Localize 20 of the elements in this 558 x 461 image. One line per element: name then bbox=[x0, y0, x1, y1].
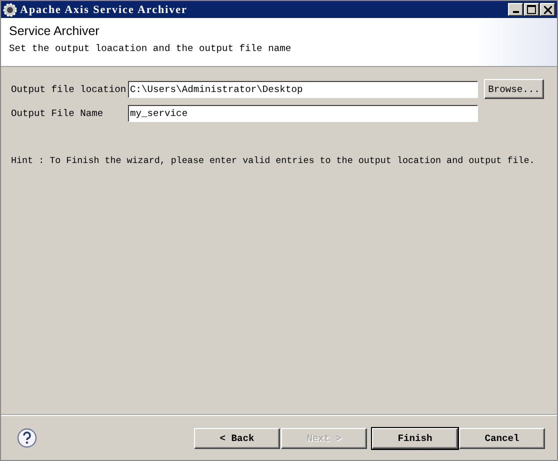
page-description: Set the output loacation and the output file name bbox=[9, 43, 292, 54]
minimize-icon bbox=[512, 11, 518, 13]
maximize-icon bbox=[527, 5, 536, 14]
field-label: Output File Name bbox=[11, 108, 104, 118]
wizard-button[interactable]: Cancel bbox=[459, 428, 545, 448]
wizard-button[interactable]: < Back bbox=[194, 428, 280, 448]
hint-text: Hint : To Finish the wizard, please enter valid entries to the output location and output file. bbox=[11, 155, 535, 166]
help-icon[interactable] bbox=[17, 428, 37, 448]
text-field[interactable]: C:\Users\Administrator\Desktop bbox=[128, 80, 478, 98]
wizard-button[interactable]: Finish bbox=[372, 428, 458, 448]
browse-button[interactable]: Browse... bbox=[484, 79, 544, 99]
close-button[interactable] bbox=[540, 3, 555, 16]
window-title: Apache Axis Service Archiver bbox=[20, 4, 188, 16]
page-title: Service Archiver bbox=[9, 24, 100, 38]
maximize-button[interactable] bbox=[524, 3, 539, 16]
text-field[interactable]: my_service bbox=[128, 104, 478, 122]
minimize-button[interactable] bbox=[508, 3, 523, 16]
gear-icon bbox=[3, 2, 17, 16]
close-icon bbox=[544, 6, 552, 14]
field-label: Output file location bbox=[11, 84, 128, 94]
